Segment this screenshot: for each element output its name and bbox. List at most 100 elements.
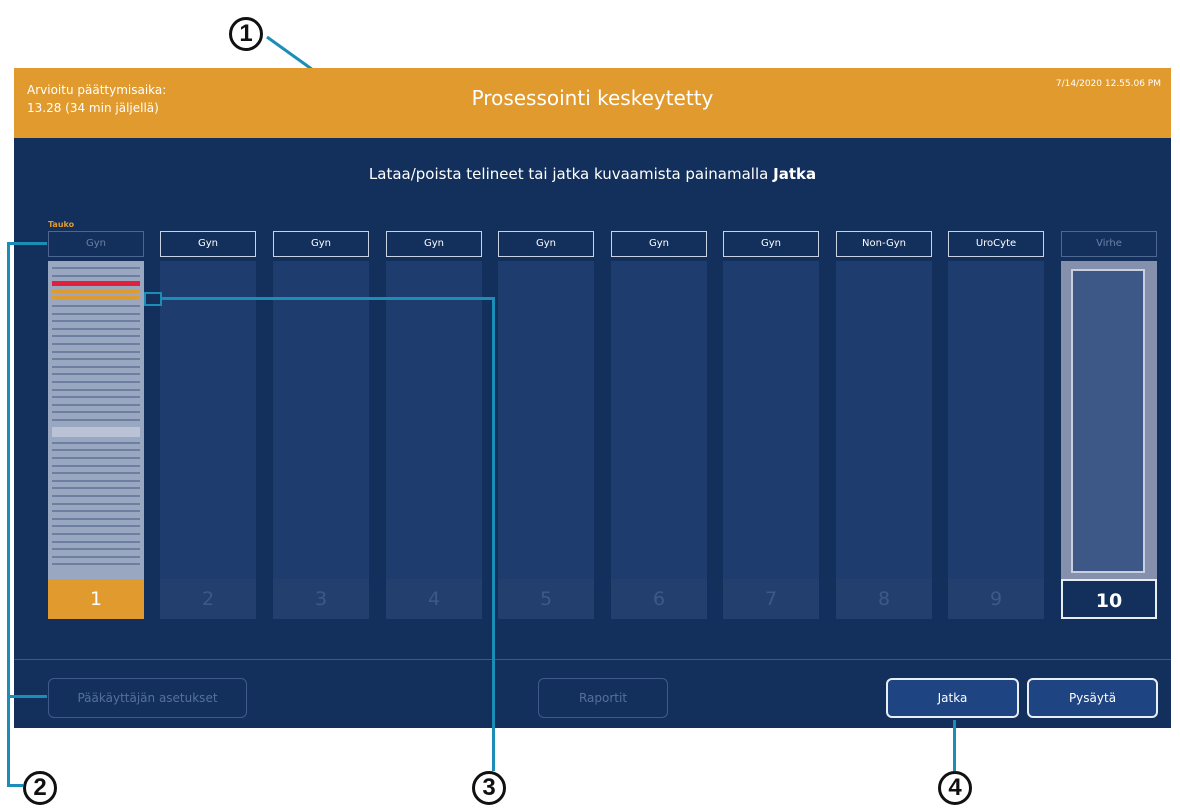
slide-line: [52, 396, 140, 399]
slot-number: 5: [498, 579, 594, 619]
slide-line: [52, 563, 140, 566]
callout-2-guide-vertical: [7, 242, 10, 786]
slide-line: [52, 343, 140, 345]
slide-line: [52, 533, 140, 535]
rack-tray[interactable]: [386, 261, 482, 579]
slide-line: [52, 267, 140, 269]
slide-line: [52, 464, 140, 467]
slot-number: 9: [948, 579, 1044, 619]
slide-red: [52, 281, 140, 286]
slot-number: 10: [1061, 579, 1157, 619]
slide-line: [52, 320, 140, 323]
slot-label: Gyn: [611, 231, 707, 257]
slot-number: 1: [48, 579, 144, 619]
slide-highlight: [52, 427, 140, 437]
rack-tray[interactable]: [48, 261, 144, 579]
rack-tray[interactable]: [948, 261, 1044, 579]
slot-number: 3: [273, 579, 369, 619]
callout-2-guide-end: [7, 784, 23, 787]
rack-slot-5[interactable]: Gyn 5: [498, 231, 594, 649]
status-header: Arvioitu päättymisaika: 13.28 (34 min jä…: [14, 68, 1171, 138]
instruction-bold: Jatka: [773, 165, 817, 183]
slot-label: Gyn: [160, 231, 256, 257]
slide-orange-2: [52, 296, 140, 300]
callout-3-guide-vertical: [492, 297, 495, 771]
slide-line: [52, 555, 140, 558]
rack-slot-8[interactable]: Non-Gyn 8: [836, 231, 932, 649]
rack-tray[interactable]: [160, 261, 256, 579]
slide-line: [52, 411, 140, 414]
slide-line: [52, 495, 140, 497]
continue-button[interactable]: Jatka: [886, 678, 1019, 718]
callout-4: 4: [938, 771, 972, 805]
slide-line: [52, 517, 140, 520]
slide-line: [52, 327, 140, 330]
timestamp: 7/14/2020 12.55.06 PM: [1055, 79, 1161, 89]
slot-number: 7: [723, 579, 819, 619]
rack-slot-6[interactable]: Gyn 6: [611, 231, 707, 649]
rack-tray[interactable]: [723, 261, 819, 579]
slide-line: [52, 312, 140, 315]
divider: [14, 659, 1171, 660]
rack-tray[interactable]: [273, 261, 369, 579]
slot-label: Gyn: [386, 231, 482, 257]
error-tray[interactable]: [1061, 261, 1157, 579]
pause-label: Tauko: [48, 220, 75, 229]
slide-line: [52, 403, 140, 406]
slide-line: [52, 388, 140, 391]
callout-3-guide-horizontal: [162, 297, 495, 300]
processing-screen: Arvioitu päättymisaika: 13.28 (34 min jä…: [14, 68, 1171, 728]
slot-number: 8: [836, 579, 932, 619]
slide-line: [52, 510, 140, 513]
instruction-text: Lataa/poista telineet tai jatka kuvaamis…: [14, 165, 1171, 183]
slide-line: [52, 350, 140, 353]
slide-line: [52, 449, 140, 452]
slide-line: [52, 335, 140, 338]
rack-slot-4[interactable]: Gyn 4: [386, 231, 482, 649]
slide-line: [52, 274, 140, 277]
slot-label: Gyn: [498, 231, 594, 257]
rack-slot-9[interactable]: UroCyte 9: [948, 231, 1044, 649]
rack-slot-3[interactable]: Gyn 3: [273, 231, 369, 649]
rack-slot-2[interactable]: Gyn 2: [160, 231, 256, 649]
reports-button[interactable]: Raportit: [538, 678, 668, 718]
slot-label: Gyn: [723, 231, 819, 257]
rack-slot-7[interactable]: Gyn 7: [723, 231, 819, 649]
slide-line: [52, 502, 140, 505]
callout-4-guide: [953, 720, 956, 771]
callout-2-guide-bottom: [7, 695, 47, 698]
stop-button[interactable]: Pysäytä: [1027, 678, 1158, 718]
rack-slot-10-error[interactable]: Virhe 10: [1061, 231, 1157, 649]
slot-number: 2: [160, 579, 256, 619]
callout-1: 1: [229, 17, 263, 51]
rack-tray[interactable]: [611, 261, 707, 579]
slide-line: [52, 419, 140, 421]
slide-line: [52, 457, 140, 459]
slot-label: Gyn: [273, 231, 369, 257]
slot-number: 6: [611, 579, 707, 619]
slide-line: [52, 358, 140, 361]
slide-line: [52, 540, 140, 543]
slide-orange-1: [52, 289, 140, 293]
slot-label: Non-Gyn: [836, 231, 932, 257]
slide-line: [52, 441, 140, 444]
slide-line: [52, 525, 140, 528]
rack-slot-1[interactable]: Gyn 1: [48, 231, 144, 649]
admin-settings-button[interactable]: Pääkäyttäjän asetukset: [48, 678, 247, 718]
slide-line: [52, 305, 140, 307]
rack-tray[interactable]: [836, 261, 932, 579]
slide-line: [52, 365, 140, 368]
callout-3-slide-box: [144, 292, 162, 306]
slide-line: [52, 487, 140, 490]
slot-label: Virhe: [1061, 231, 1157, 257]
error-tray-inner: [1071, 269, 1145, 573]
instruction-main: Lataa/poista telineet tai jatka kuvaamis…: [368, 165, 769, 183]
rack-tray[interactable]: [498, 261, 594, 579]
slot-number: 4: [386, 579, 482, 619]
slot-label: Gyn: [48, 231, 144, 257]
rack-slide-lines: [52, 267, 140, 573]
slot-label: UroCyte: [948, 231, 1044, 257]
page-title: Prosessointi keskeytetty: [471, 86, 714, 110]
slide-line: [52, 381, 140, 383]
slide-line: [52, 548, 140, 551]
